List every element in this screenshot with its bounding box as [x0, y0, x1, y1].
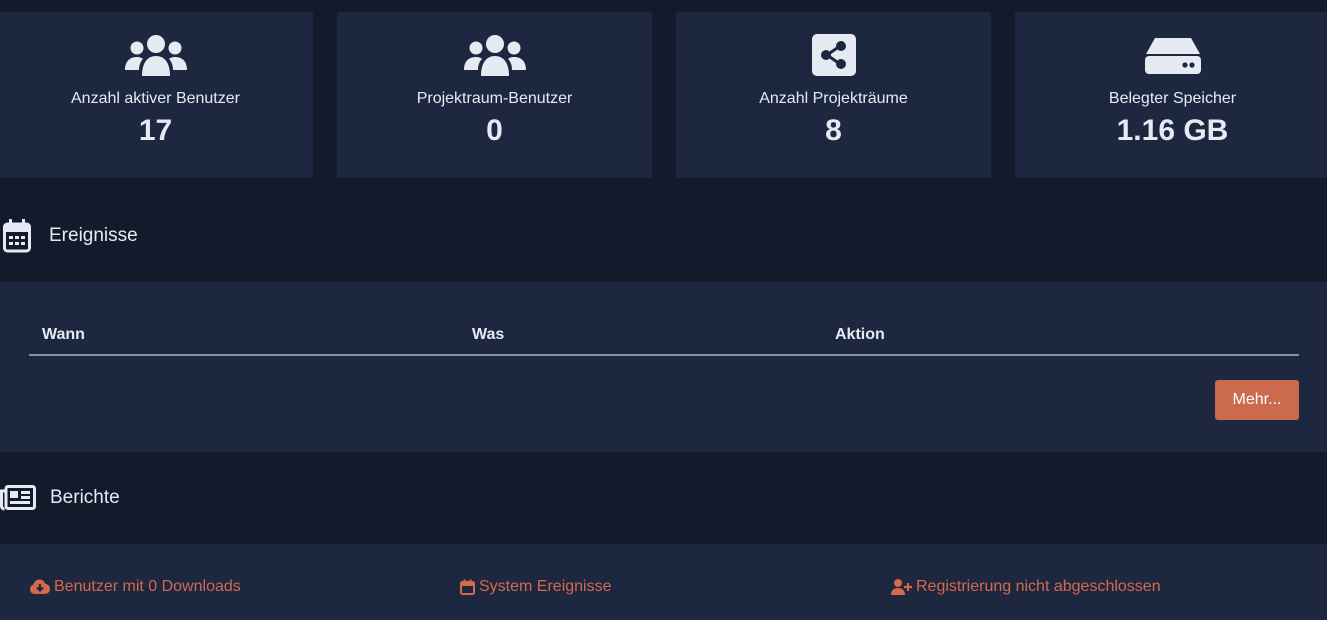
stats-row: Anzahl aktiver Benutzer 17 Projektraum-B… — [0, 12, 1327, 178]
column-header-when: Wann — [42, 326, 85, 343]
cloud-download-icon — [30, 579, 50, 594]
newspaper-icon — [0, 485, 36, 511]
stat-value: 1.16 GB — [1116, 114, 1229, 147]
stat-label: Anzahl Projekträume — [759, 90, 908, 107]
users-icon — [124, 34, 187, 78]
events-panel: Wann Was Aktion Mehr... — [0, 282, 1327, 452]
report-link-label: Benutzer mit 0 Downloads — [54, 578, 241, 595]
users-icon — [463, 34, 526, 78]
reports-title: Berichte — [50, 487, 120, 508]
hard-drive-icon — [1144, 34, 1201, 78]
stat-card-project-rooms: Anzahl Projekträume 8 — [676, 12, 991, 178]
stat-card-project-room-users: Projektraum-Benutzer 0 — [337, 12, 652, 178]
user-plus-icon — [891, 579, 912, 595]
stat-label: Anzahl aktiver Benutzer — [71, 90, 240, 107]
stat-value: 8 — [825, 114, 842, 147]
share-icon — [811, 34, 856, 78]
stat-label: Projektraum-Benutzer — [416, 90, 573, 107]
table-divider — [29, 354, 1299, 356]
reports-header: Berichte — [0, 481, 1327, 515]
stat-value: 17 — [138, 114, 173, 147]
calendar-icon — [460, 579, 475, 595]
stat-value: 0 — [486, 114, 503, 147]
report-link-zero-downloads[interactable]: Benutzer mit 0 Downloads — [30, 578, 241, 596]
stat-card-active-users: Anzahl aktiver Benutzer 17 — [0, 12, 313, 178]
report-link-label: System Ereignisse — [479, 578, 612, 595]
stat-label: Belegter Speicher — [1108, 90, 1237, 107]
column-header-action: Aktion — [835, 326, 885, 343]
report-link-label: Registrierung nicht abgeschlossen — [916, 578, 1161, 595]
reports-panel: Benutzer mit 0 Downloads System Ereignis… — [0, 544, 1327, 620]
more-button[interactable]: Mehr... — [1215, 380, 1299, 420]
report-link-system-events[interactable]: System Ereignisse — [460, 578, 612, 596]
stat-card-storage: Belegter Speicher 1.16 GB — [1015, 12, 1327, 178]
column-header-what: Was — [472, 326, 505, 343]
report-link-registration-incomplete[interactable]: Registrierung nicht abgeschlossen — [891, 578, 1161, 596]
events-header: Ereignisse — [0, 217, 1327, 255]
calendar-icon — [3, 219, 31, 253]
events-title: Ereignisse — [49, 225, 138, 246]
